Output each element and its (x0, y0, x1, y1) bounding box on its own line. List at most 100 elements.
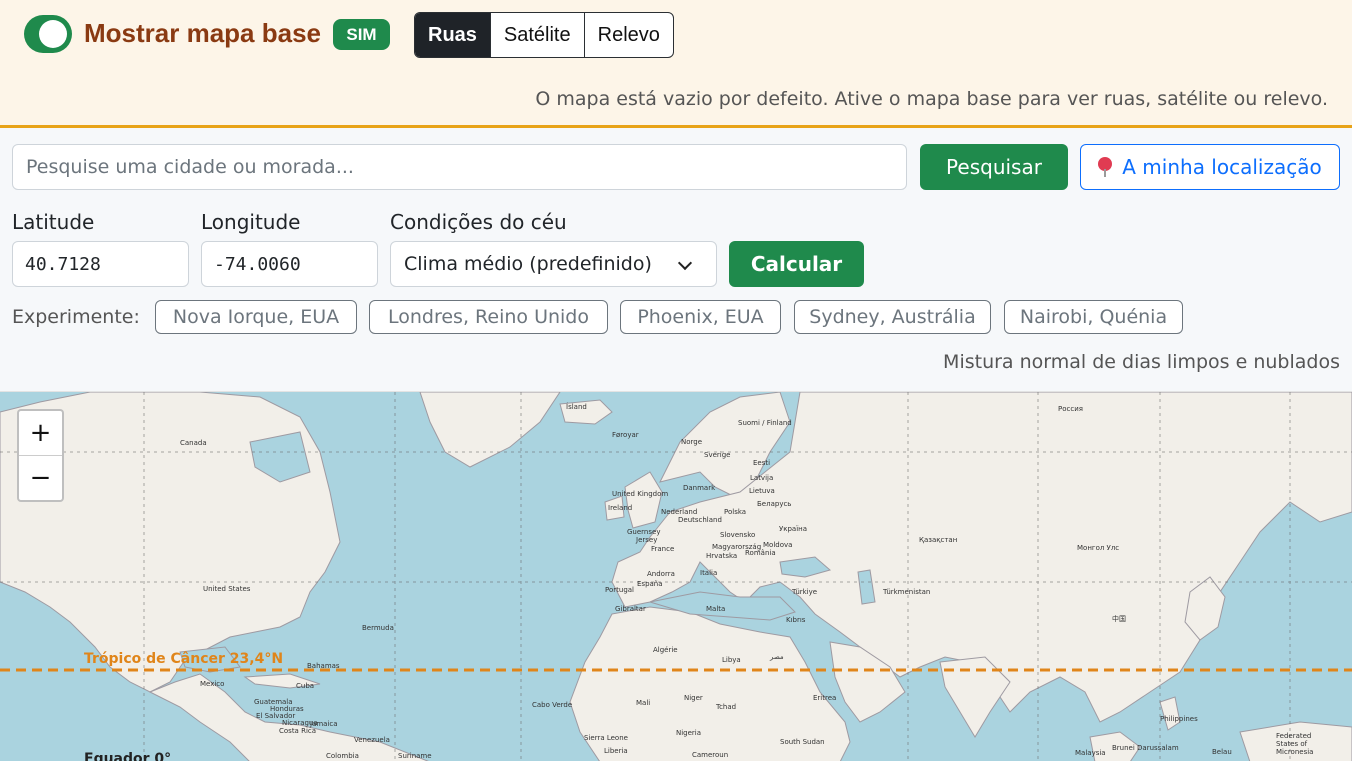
map-label: Polska (724, 508, 747, 516)
world-map[interactable]: Canada United States Bermuda Bahamas Cub… (0, 391, 1352, 761)
presets-label: Experimente: (12, 306, 140, 328)
map-label: Canada (180, 439, 207, 447)
map-label: Niger (684, 694, 703, 702)
map-label: Guernsey (627, 528, 661, 536)
sky-conditions-select[interactable]: Clima médio (predefinido) (390, 241, 717, 287)
map-label: Libya (722, 656, 741, 664)
search-button[interactable]: Pesquisar (920, 144, 1068, 190)
map-label: Moldova (763, 541, 793, 549)
sky-conditions-label: Condições do céu (390, 210, 567, 234)
map-label: Россия (1058, 405, 1083, 413)
map-label: Venezuela (354, 736, 390, 744)
zoom-in-button[interactable]: + (19, 411, 62, 455)
map-label: United Kingdom (612, 490, 669, 498)
basemap-banner: Mostrar mapa base SIM Ruas Satélite Rele… (0, 0, 1352, 128)
my-location-button[interactable]: A minha localização (1080, 144, 1340, 190)
layer-option-satelite[interactable]: Satélite (489, 13, 584, 57)
map-label: Қазақстан (919, 536, 958, 544)
map-label: Philippines (1160, 715, 1198, 723)
map-label: Nicaragua (282, 719, 318, 727)
equator-label: Equador 0° (84, 751, 172, 761)
preset-chip-nairobi[interactable]: Nairobi, Quénia (1004, 300, 1183, 334)
map-label: Sierra Leone (584, 734, 628, 742)
map-label: Liberia (604, 747, 628, 755)
preset-chip-sydney[interactable]: Sydney, Austrália (794, 300, 991, 334)
preset-chip-new-york[interactable]: Nova Iorque, EUA (155, 300, 357, 334)
sky-conditions-value: Clima médio (predefinido) (404, 253, 652, 275)
map-tiles (0, 392, 1352, 761)
map-label: Mexico (200, 680, 225, 688)
map-label: Hrvatska (706, 552, 738, 560)
land-greenland (419, 392, 561, 468)
basemap-title: Mostrar mapa base (84, 18, 321, 48)
map-pin-icon (1098, 157, 1113, 177)
map-label: România (745, 549, 776, 557)
map-label: Federated States of Micronesia (1276, 732, 1314, 756)
map-label: Danmark (683, 484, 716, 492)
map-label: Italia (700, 569, 718, 577)
preset-chip-london[interactable]: Londres, Reino Unido (369, 300, 608, 334)
latitude-field[interactable] (12, 241, 189, 287)
map-label: Gibraltar (615, 605, 646, 613)
map-label: Bahamas (307, 662, 340, 670)
map-label: Sverige (704, 451, 731, 459)
layer-option-ruas[interactable]: Ruas (415, 13, 490, 57)
map-label: Brunei Darussalam (1112, 744, 1179, 752)
map-label: مصر (770, 653, 784, 661)
map-label: Türkmenistan (883, 588, 931, 596)
chevron-down-icon (677, 255, 693, 271)
map-label: Eritrea (813, 694, 837, 702)
map-label: Eesti (753, 459, 771, 467)
layer-switcher: Ruas Satélite Relevo (414, 12, 674, 58)
zoom-out-button[interactable]: − (19, 455, 62, 499)
map-label: Costa Rica (279, 727, 317, 735)
map-label: Cabo Verde (532, 701, 573, 709)
map-label: Føroyar (612, 431, 639, 439)
toggle-knob (39, 20, 67, 48)
map-label: South Sudan (780, 738, 825, 746)
land-uk (624, 471, 663, 529)
calculate-button[interactable]: Calcular (729, 241, 864, 287)
basemap-hint: O mapa está vazio por defeito. Ative o m… (535, 88, 1328, 110)
map-label: Bermuda (362, 624, 394, 632)
map-label: España (637, 580, 663, 588)
map-label: 中国 (1112, 615, 1126, 623)
map-label: Norge (681, 438, 703, 446)
preset-chip-phoenix[interactable]: Phoenix, EUA (620, 300, 781, 334)
my-location-label: A minha localização (1122, 155, 1322, 179)
map-label: United States (203, 585, 251, 593)
map-label: France (651, 545, 675, 553)
sky-conditions-description: Mistura normal de dias limpos e nublados (943, 351, 1340, 373)
map-label: Colombia (326, 752, 359, 760)
layer-option-relevo[interactable]: Relevo (583, 13, 673, 57)
map-label: Cuba (296, 682, 315, 690)
basemap-toggle[interactable] (24, 15, 72, 53)
map-label: Suomi / Finland (738, 419, 792, 427)
land-philippines (1159, 696, 1181, 731)
map-label: Belau (1212, 748, 1232, 756)
map-label: Suriname (398, 752, 432, 760)
map-label: Cameroun (692, 751, 729, 759)
map-label: Kıbrıs (786, 616, 806, 624)
map-label: Nigeria (676, 729, 702, 737)
latitude-label: Latitude (12, 210, 95, 234)
map-label: Ísland (566, 403, 587, 411)
map-label: Ireland (608, 504, 633, 512)
map-label: Algérie (653, 646, 678, 654)
map-label: Монгол Улс (1077, 544, 1120, 552)
tropic-of-cancer-label: Trópico de Câncer 23,4°N (84, 651, 284, 667)
map-label: Latvija (750, 474, 774, 482)
map-label: Lietuva (749, 487, 775, 495)
map-label: Slovensko (720, 531, 756, 539)
map-label: Andorra (647, 570, 675, 578)
map-label: Nederland (661, 508, 698, 516)
map-label: Mali (636, 699, 651, 707)
map-label: Malta (706, 605, 726, 613)
map-label: Беларусь (757, 500, 792, 508)
longitude-field[interactable] (201, 241, 378, 287)
zoom-control: + − (17, 409, 64, 502)
basemap-status-badge: SIM (333, 19, 390, 50)
map-label: Jersey (636, 536, 658, 544)
map-label: Tchad (716, 703, 737, 711)
search-input[interactable] (12, 144, 907, 190)
